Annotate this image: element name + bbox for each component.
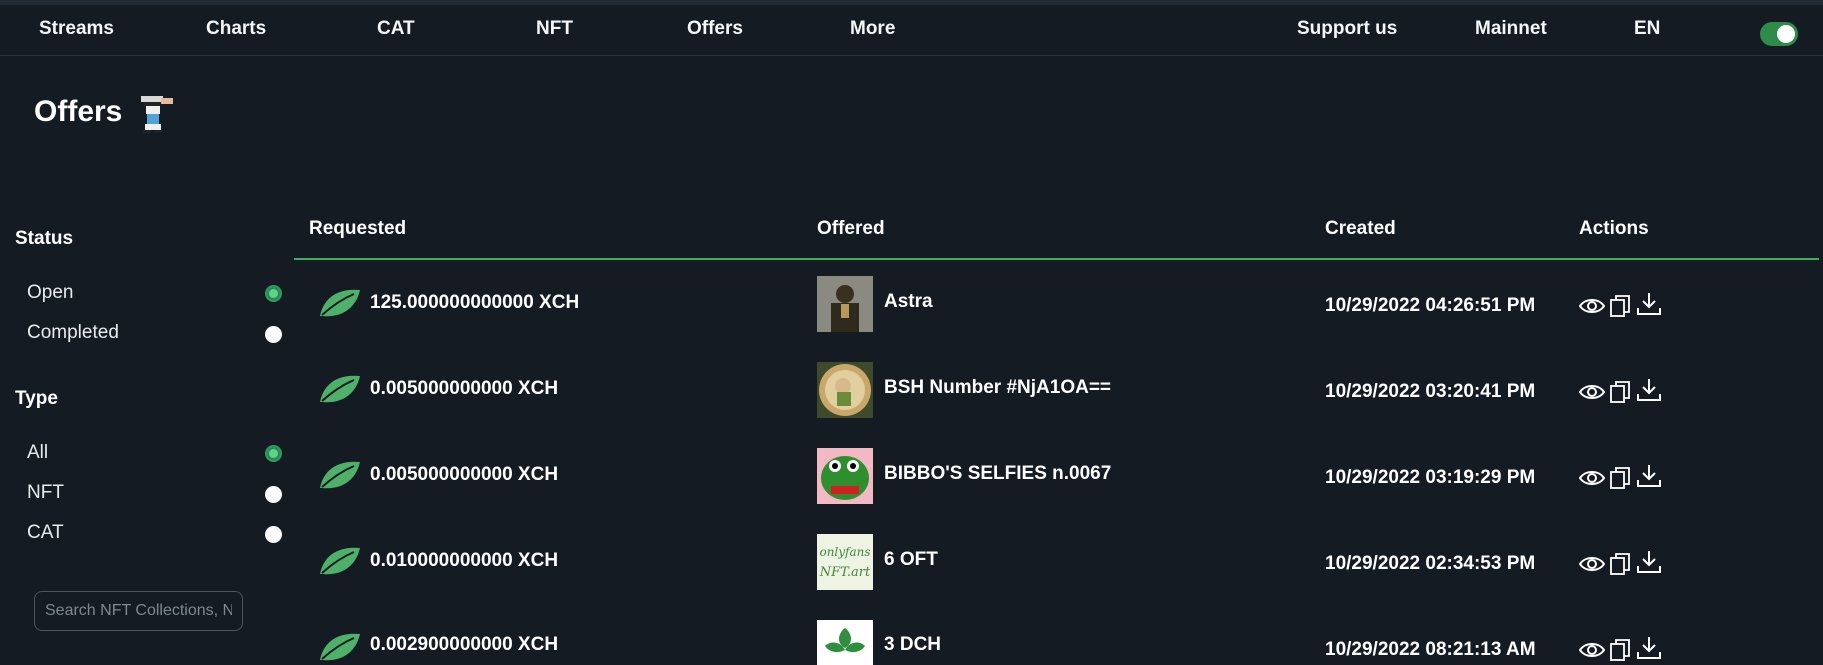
thumb-text-line1: onlyfans [819,545,870,559]
header-divider [294,258,1819,260]
nft-thumbnail[interactable] [817,362,873,418]
copy-icon[interactable] [1607,550,1635,578]
created-date: 10/29/2022 04:26:51 PM [1325,295,1536,316]
leaf-icon [320,461,360,489]
download-icon[interactable] [1635,376,1663,404]
table-row[interactable]: 125.000000000000 XCH Astra 10/29/2022 04… [294,266,1819,352]
type-all-label[interactable]: All [27,442,48,464]
eye-icon[interactable] [1578,378,1606,406]
nft-thumbnail[interactable]: onlyfans NFT.art [817,534,873,590]
nav-more[interactable]: More [850,18,895,40]
column-header-actions: Actions [1579,218,1649,239]
eye-icon[interactable] [1578,464,1606,492]
nav-network[interactable]: Mainnet [1475,18,1547,40]
table-row[interactable]: 0.005000000000 XCH BIBBO'S SELFIES n.006… [294,438,1819,524]
download-icon[interactable] [1635,290,1663,318]
theme-toggle[interactable] [1760,22,1798,46]
status-open-label[interactable]: Open [27,282,73,304]
nav-streams[interactable]: Streams [39,18,114,40]
copy-icon[interactable] [1607,378,1635,406]
nav-support-us[interactable]: Support us [1297,18,1397,40]
nav-cat[interactable]: CAT [377,18,415,40]
nav-charts[interactable]: Charts [206,18,266,40]
copy-icon[interactable] [1607,464,1635,492]
leaf-icon [320,375,360,403]
type-filter-heading: Type [15,388,58,409]
nft-thumbnail[interactable] [817,620,873,665]
leaf-icon [320,633,360,661]
created-date: 10/29/2022 02:34:53 PM [1325,553,1536,574]
type-cat-label[interactable]: CAT [27,522,64,544]
requested-amount: 0.005000000000 XCH [370,464,559,485]
type-cat-radio[interactable] [265,526,282,543]
nft-thumbnail[interactable] [817,276,873,332]
copy-icon[interactable] [1607,292,1635,320]
type-all-radio[interactable] [265,445,282,462]
type-nft-radio[interactable] [265,486,282,503]
nav-offers[interactable]: Offers [687,18,743,40]
copy-icon[interactable] [1607,636,1635,664]
nft-thumbnail[interactable] [817,448,873,504]
column-header-created: Created [1325,218,1396,239]
status-filter-heading: Status [15,228,74,249]
search-input[interactable] [34,591,243,631]
status-completed-label[interactable]: Completed [27,322,119,344]
eye-icon[interactable] [1578,292,1606,320]
status-completed-radio[interactable] [265,326,282,343]
table-row[interactable]: 0.002900000000 XCH 3 DCH 10/29/2022 08:2… [294,610,1819,665]
offered-item[interactable]: BIBBO'S SELFIES n.0067 [884,463,1111,485]
download-icon[interactable] [1635,634,1663,662]
table-row[interactable]: 0.010000000000 XCH onlyfans NFT.art 6 OF… [294,524,1819,610]
offered-item[interactable]: 3 DCH [884,634,941,656]
type-nft-label[interactable]: NFT [27,482,64,504]
created-date: 10/29/2022 08:21:13 AM [1325,639,1536,660]
eye-icon[interactable] [1578,636,1606,664]
table-row[interactable]: 0.005000000000 XCH BSH Number #NjA1OA== … [294,352,1819,438]
created-date: 10/29/2022 03:20:41 PM [1325,381,1536,402]
nav-nft[interactable]: NFT [536,18,573,40]
requested-amount: 0.005000000000 XCH [370,378,559,399]
thumb-text-line2: NFT.art [819,565,871,580]
top-nav: Streams Charts CAT NFT Offers More Suppo… [0,0,1823,56]
status-open-radio[interactable] [265,285,282,302]
requested-amount: 0.010000000000 XCH [370,550,559,571]
offered-item[interactable]: Astra [884,291,933,313]
requested-amount: 125.000000000000 XCH [370,292,580,313]
column-header-requested: Requested [309,218,407,239]
page-title: Offers [34,95,123,128]
nav-language[interactable]: EN [1634,18,1660,40]
offered-item[interactable]: 6 OFT [884,549,938,571]
eye-icon[interactable] [1578,550,1606,578]
column-header-offered: Offered [817,218,885,239]
leaf-icon [320,547,360,575]
toggle-knob [1777,25,1795,43]
requested-amount: 0.002900000000 XCH [370,634,559,655]
leaf-icon [320,289,360,317]
created-date: 10/29/2022 03:19:29 PM [1325,467,1536,488]
download-icon[interactable] [1635,548,1663,576]
download-icon[interactable] [1635,462,1663,490]
mascot-icon [141,96,173,133]
offered-item[interactable]: BSH Number #NjA1OA== [884,377,1111,399]
